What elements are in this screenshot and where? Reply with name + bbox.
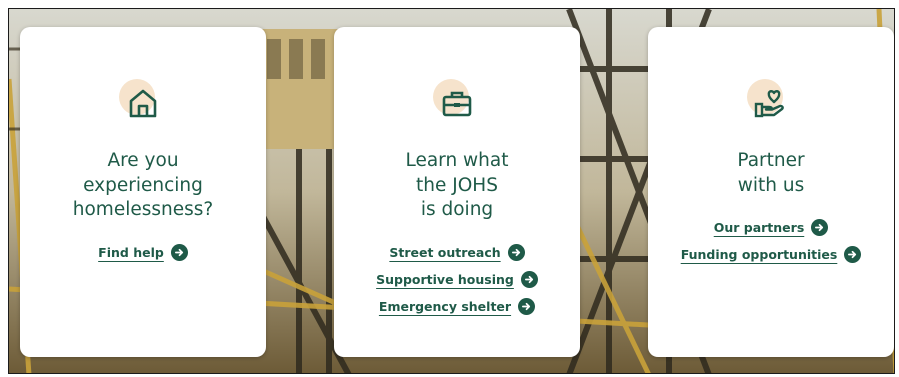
link-funding-opportunities[interactable]: Funding opportunities <box>648 241 894 268</box>
card-title-line: with us <box>737 174 805 196</box>
link-our-partners[interactable]: Our partners <box>648 214 894 241</box>
link-label[interactable]: Supportive housing <box>376 272 514 287</box>
link-label[interactable]: Find help <box>98 245 164 260</box>
hero-section: Are you experiencing homelessness? Find … <box>8 8 895 374</box>
card-title-line: Are you <box>107 150 179 171</box>
card-title: Are you experiencing homelessness? <box>20 149 266 223</box>
card-links: Street outreach Supportive housing Emerg… <box>334 239 580 320</box>
card-title-line: Learn what <box>405 150 509 171</box>
card-partner: Partner with us Our partners Funding opp… <box>648 27 894 357</box>
card-icon-wrap <box>427 79 487 127</box>
card-learn-johs: Learn what the JOHS is doing Street outr… <box>334 27 580 357</box>
card-links: Our partners Funding opportunities <box>648 214 894 268</box>
arrow-right-circle-icon[interactable] <box>520 270 538 288</box>
arrow-right-circle-icon[interactable] <box>811 219 829 236</box>
link-find-help[interactable]: Find help <box>20 239 266 266</box>
card-title: Partner with us <box>648 149 894 198</box>
card-title-line: experiencing <box>83 174 203 196</box>
home-icon <box>129 89 157 118</box>
card-title-line: Partner <box>737 150 805 171</box>
card-title-line: homelessness? <box>72 199 214 220</box>
link-label[interactable]: Street outreach <box>389 245 500 260</box>
toolbox-icon <box>442 91 472 117</box>
card-icon-wrap <box>741 79 801 127</box>
arrow-right-circle-icon[interactable] <box>507 243 525 261</box>
link-emergency-shelter[interactable]: Emergency shelter <box>334 293 580 320</box>
link-street-outreach[interactable]: Street outreach <box>334 239 580 266</box>
link-label[interactable]: Funding opportunities <box>681 247 838 262</box>
arrow-right-circle-icon[interactable] <box>170 243 188 261</box>
link-label[interactable]: Emergency shelter <box>379 299 511 314</box>
arrow-right-circle-icon[interactable] <box>518 297 536 315</box>
card-title: Learn what the JOHS is doing <box>334 149 580 223</box>
link-label[interactable]: Our partners <box>714 220 805 235</box>
card-title-line: is doing <box>420 199 494 220</box>
card-get-help: Are you experiencing homelessness? Find … <box>20 27 266 357</box>
card-icon-wrap <box>113 79 173 127</box>
arrow-right-circle-icon[interactable] <box>844 246 862 263</box>
heart-hand-icon <box>754 90 784 118</box>
card-links: Find help <box>20 239 266 266</box>
card-title-line: the JOHS <box>416 174 498 196</box>
link-supportive-housing[interactable]: Supportive housing <box>334 266 580 293</box>
